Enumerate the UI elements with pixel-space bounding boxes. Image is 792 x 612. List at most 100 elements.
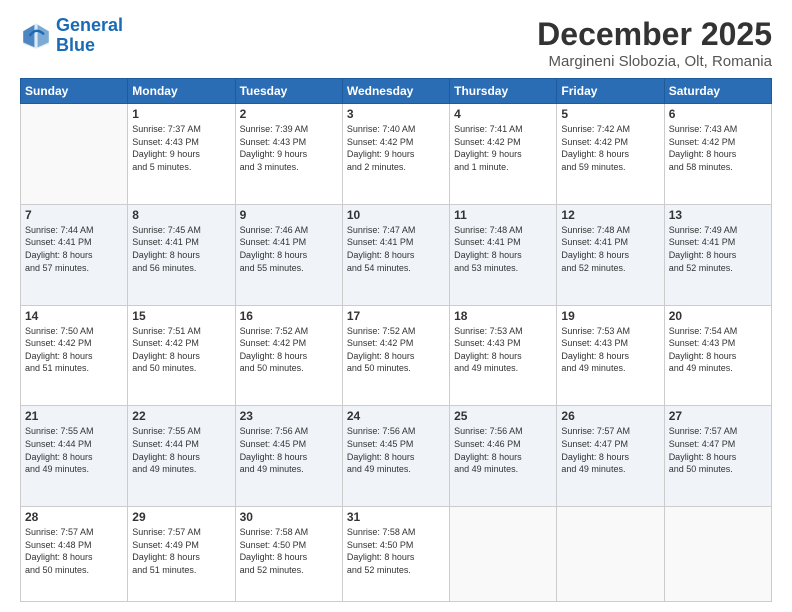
day-number: 20 [669, 309, 767, 323]
cell-info: Sunrise: 7:57 AM Sunset: 4:49 PM Dayligh… [132, 526, 230, 576]
table-cell: 12 Sunrise: 7:48 AM Sunset: 4:41 PM Dayli… [557, 204, 664, 305]
calendar-week-2: 7Sunrise: 7:44 AM Sunset: 4:41 PM Daylig… [21, 204, 772, 305]
cell-info: Sunrise: 7:52 AM Sunset: 4:42 PM Dayligh… [240, 325, 338, 375]
table-cell: 13 Sunrise: 7:49 AM Sunset: 4:41 PM Dayli… [664, 204, 771, 305]
cell-info: Sunrise: 7:48 AM Sunset: 4:41 PM Dayligh… [454, 224, 552, 274]
logo-icon [20, 20, 52, 52]
cell-info: Sunrise: 7:49 AM Sunset: 4:41 PM Dayligh… [669, 224, 767, 274]
table-cell: 4Sunrise: 7:41 AM Sunset: 4:42 PM Daylig… [450, 104, 557, 205]
cell-info: Sunrise: 7:58 AM Sunset: 4:50 PM Dayligh… [240, 526, 338, 576]
table-cell: 25 Sunrise: 7:56 AM Sunset: 4:46 PM Dayli… [450, 406, 557, 507]
table-cell: 27Sunrise: 7:57 AM Sunset: 4:47 PM Dayli… [664, 406, 771, 507]
day-number: 22 [132, 409, 230, 423]
cell-info: Sunrise: 7:56 AM Sunset: 4:45 PM Dayligh… [347, 425, 445, 475]
table-cell: 18 Sunrise: 7:53 AM Sunset: 4:43 PM Dayli… [450, 305, 557, 406]
logo-line2: Blue [56, 35, 95, 55]
table-cell: 20 Sunrise: 7:54 AM Sunset: 4:43 PM Dayli… [664, 305, 771, 406]
calendar-week-3: 14 Sunrise: 7:50 AM Sunset: 4:42 PM Dayli… [21, 305, 772, 406]
month-year: December 2025 [537, 16, 772, 53]
day-number: 25 [454, 409, 552, 423]
cell-info: Sunrise: 7:57 AM Sunset: 4:47 PM Dayligh… [669, 425, 767, 475]
logo-line1: General [56, 15, 123, 35]
table-cell: 26Sunrise: 7:57 AM Sunset: 4:47 PM Dayli… [557, 406, 664, 507]
day-number: 6 [669, 107, 767, 121]
table-cell: 29 Sunrise: 7:57 AM Sunset: 4:49 PM Dayli… [128, 507, 235, 602]
cell-info: Sunrise: 7:50 AM Sunset: 4:42 PM Dayligh… [25, 325, 123, 375]
calendar-header-row: Sunday Monday Tuesday Wednesday Thursday… [21, 79, 772, 104]
title-block: December 2025 Margineni Slobozia, Olt, R… [537, 16, 772, 70]
cell-info: Sunrise: 7:51 AM Sunset: 4:42 PM Dayligh… [132, 325, 230, 375]
calendar-week-4: 21Sunrise: 7:55 AM Sunset: 4:44 PM Dayli… [21, 406, 772, 507]
table-cell: 15 Sunrise: 7:51 AM Sunset: 4:42 PM Dayli… [128, 305, 235, 406]
cell-info: Sunrise: 7:41 AM Sunset: 4:42 PM Dayligh… [454, 123, 552, 173]
cell-info: Sunrise: 7:57 AM Sunset: 4:47 PM Dayligh… [561, 425, 659, 475]
col-monday: Monday [128, 79, 235, 104]
day-number: 24 [347, 409, 445, 423]
table-cell: 2 Sunrise: 7:39 AM Sunset: 4:43 PM Daylig… [235, 104, 342, 205]
calendar-week-1: 1 Sunrise: 7:37 AM Sunset: 4:43 PM Daylig… [21, 104, 772, 205]
table-cell: 31 Sunrise: 7:58 AM Sunset: 4:50 PM Dayli… [342, 507, 449, 602]
cell-info: Sunrise: 7:56 AM Sunset: 4:45 PM Dayligh… [240, 425, 338, 475]
day-number: 16 [240, 309, 338, 323]
day-number: 31 [347, 510, 445, 524]
day-number: 12 [561, 208, 659, 222]
col-wednesday: Wednesday [342, 79, 449, 104]
table-cell: 3 Sunrise: 7:40 AM Sunset: 4:42 PM Daylig… [342, 104, 449, 205]
table-cell: 28 Sunrise: 7:57 AM Sunset: 4:48 PM Dayli… [21, 507, 128, 602]
cell-info: Sunrise: 7:56 AM Sunset: 4:46 PM Dayligh… [454, 425, 552, 475]
logo-text: General Blue [56, 16, 123, 56]
table-cell: 10 Sunrise: 7:47 AM Sunset: 4:41 PM Dayli… [342, 204, 449, 305]
day-number: 11 [454, 208, 552, 222]
table-cell: 11 Sunrise: 7:48 AM Sunset: 4:41 PM Dayli… [450, 204, 557, 305]
day-number: 10 [347, 208, 445, 222]
cell-info: Sunrise: 7:48 AM Sunset: 4:41 PM Dayligh… [561, 224, 659, 274]
table-cell: 6Sunrise: 7:43 AM Sunset: 4:42 PM Daylig… [664, 104, 771, 205]
day-number: 1 [132, 107, 230, 121]
calendar-table: Sunday Monday Tuesday Wednesday Thursday… [20, 78, 772, 602]
cell-info: Sunrise: 7:57 AM Sunset: 4:48 PM Dayligh… [25, 526, 123, 576]
table-cell: 9 Sunrise: 7:46 AM Sunset: 4:41 PM Daylig… [235, 204, 342, 305]
col-friday: Friday [557, 79, 664, 104]
table-cell [557, 507, 664, 602]
location: Margineni Slobozia, Olt, Romania [537, 53, 772, 70]
day-number: 19 [561, 309, 659, 323]
day-number: 18 [454, 309, 552, 323]
table-cell: 30 Sunrise: 7:58 AM Sunset: 4:50 PM Dayli… [235, 507, 342, 602]
day-number: 14 [25, 309, 123, 323]
day-number: 5 [561, 107, 659, 121]
day-number: 3 [347, 107, 445, 121]
day-number: 9 [240, 208, 338, 222]
table-cell: 19Sunrise: 7:53 AM Sunset: 4:43 PM Dayli… [557, 305, 664, 406]
day-number: 17 [347, 309, 445, 323]
cell-info: Sunrise: 7:37 AM Sunset: 4:43 PM Dayligh… [132, 123, 230, 173]
cell-info: Sunrise: 7:58 AM Sunset: 4:50 PM Dayligh… [347, 526, 445, 576]
table-cell [450, 507, 557, 602]
table-cell: 22Sunrise: 7:55 AM Sunset: 4:44 PM Dayli… [128, 406, 235, 507]
table-cell: 5Sunrise: 7:42 AM Sunset: 4:42 PM Daylig… [557, 104, 664, 205]
day-number: 29 [132, 510, 230, 524]
table-cell: 14 Sunrise: 7:50 AM Sunset: 4:42 PM Dayli… [21, 305, 128, 406]
day-number: 23 [240, 409, 338, 423]
cell-info: Sunrise: 7:52 AM Sunset: 4:42 PM Dayligh… [347, 325, 445, 375]
table-cell: 24 Sunrise: 7:56 AM Sunset: 4:45 PM Dayli… [342, 406, 449, 507]
day-number: 15 [132, 309, 230, 323]
day-number: 30 [240, 510, 338, 524]
cell-info: Sunrise: 7:54 AM Sunset: 4:43 PM Dayligh… [669, 325, 767, 375]
cell-info: Sunrise: 7:40 AM Sunset: 4:42 PM Dayligh… [347, 123, 445, 173]
col-saturday: Saturday [664, 79, 771, 104]
day-number: 13 [669, 208, 767, 222]
table-cell: 21Sunrise: 7:55 AM Sunset: 4:44 PM Dayli… [21, 406, 128, 507]
cell-info: Sunrise: 7:47 AM Sunset: 4:41 PM Dayligh… [347, 224, 445, 274]
table-cell: 8Sunrise: 7:45 AM Sunset: 4:41 PM Daylig… [128, 204, 235, 305]
cell-info: Sunrise: 7:53 AM Sunset: 4:43 PM Dayligh… [454, 325, 552, 375]
table-cell [21, 104, 128, 205]
cell-info: Sunrise: 7:39 AM Sunset: 4:43 PM Dayligh… [240, 123, 338, 173]
table-cell: 17 Sunrise: 7:52 AM Sunset: 4:42 PM Dayli… [342, 305, 449, 406]
table-cell [664, 507, 771, 602]
day-number: 21 [25, 409, 123, 423]
table-cell: 1 Sunrise: 7:37 AM Sunset: 4:43 PM Daylig… [128, 104, 235, 205]
cell-info: Sunrise: 7:46 AM Sunset: 4:41 PM Dayligh… [240, 224, 338, 274]
header: General Blue December 2025 Margineni Slo… [20, 16, 772, 70]
day-number: 28 [25, 510, 123, 524]
day-number: 2 [240, 107, 338, 121]
